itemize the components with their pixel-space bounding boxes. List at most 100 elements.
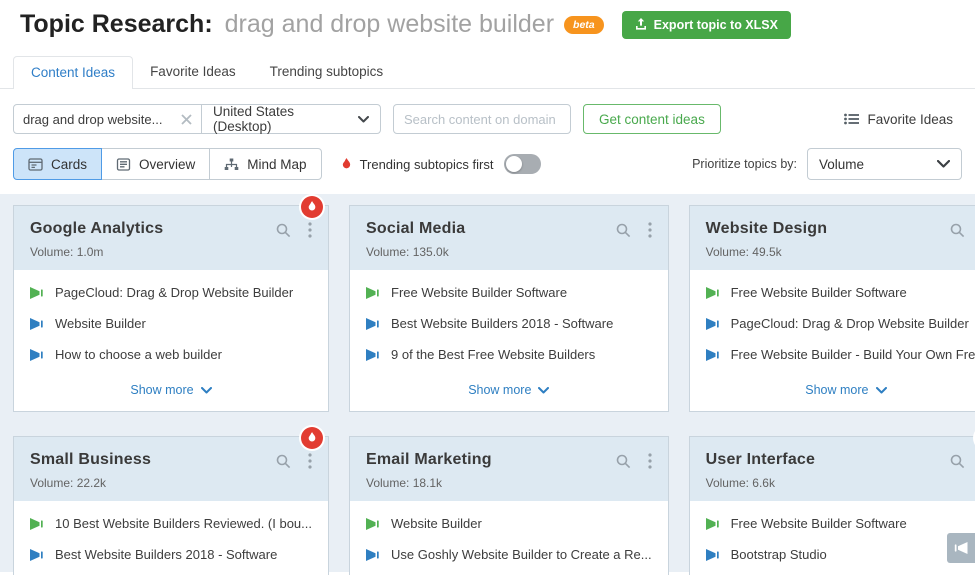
topic-card: Website Design Volume: 49.5k Free Websit… — [689, 205, 975, 412]
idea-item[interactable]: Bootstrap Studio — [706, 547, 975, 562]
tab-trending-subtopics[interactable]: Trending subtopics — [253, 56, 401, 88]
idea-item[interactable]: Free Website Builder - Build Your Own Fr… — [706, 347, 975, 362]
cards-area: Google Analytics Volume: 1.0m PageCloud:… — [0, 194, 975, 572]
favorite-ideas-link[interactable]: Favorite Ideas — [844, 112, 962, 127]
prioritize-control: Prioritize topics by: Volume — [692, 148, 962, 180]
cards-grid: Google Analytics Volume: 1.0m PageCloud:… — [13, 205, 962, 575]
show-more-link[interactable]: Show more — [30, 378, 312, 399]
view-mindmap-label: Mind Map — [247, 157, 306, 172]
idea-item[interactable]: Free Website Builder Software — [706, 285, 975, 300]
idea-item[interactable]: 9 of the Best Free Website Builders — [366, 347, 652, 362]
card-items: Free Website Builder Software PageCloud:… — [690, 270, 975, 411]
card-title: Google Analytics — [30, 220, 163, 238]
card-header: Email Marketing Volume: 18.1k — [350, 437, 668, 501]
idea-text: PageCloud: Drag & Drop Website Builder — [731, 316, 969, 331]
page-topic: drag and drop website builder — [225, 10, 554, 39]
feedback-button[interactable] — [947, 533, 975, 563]
kebab-menu-icon[interactable] — [308, 222, 312, 238]
keyword-input[interactable] — [23, 112, 173, 127]
idea-item[interactable]: PageCloud: Drag & Drop Website Builder — [706, 316, 975, 331]
trending-badge — [301, 196, 323, 218]
prioritize-label: Prioritize topics by: — [692, 157, 797, 171]
prioritize-select[interactable]: Volume — [807, 148, 962, 180]
favorite-ideas-label: Favorite Ideas — [867, 112, 953, 127]
idea-item[interactable]: Website Builder — [366, 516, 652, 531]
idea-item[interactable]: Free Website Builder Software — [366, 285, 652, 300]
search-icon[interactable] — [276, 454, 291, 469]
topic-card: Social Media Volume: 135.0k Free Website… — [349, 205, 669, 412]
megaphone-icon — [366, 287, 380, 299]
search-icon[interactable] — [616, 454, 631, 469]
country-select[interactable]: United States (Desktop) — [202, 105, 380, 133]
idea-text: Use Goshly Website Builder to Create a R… — [391, 547, 652, 562]
keyword-country-combo: United States (Desktop) — [13, 104, 381, 134]
topic-card: Email Marketing Volume: 18.1k Website Bu… — [349, 436, 669, 575]
idea-item[interactable]: How to choose a web builder — [30, 347, 312, 362]
chevron-down-icon — [358, 116, 369, 123]
view-cards-button[interactable]: Cards — [13, 148, 102, 180]
card-volume: Volume: 18.1k — [366, 476, 652, 490]
show-more-link[interactable]: Show more — [706, 378, 975, 399]
search-icon[interactable] — [950, 454, 965, 469]
idea-text: Best Website Builders 2018 - Software — [391, 316, 613, 331]
megaphone-icon — [706, 318, 720, 330]
card-header: Small Business Volume: 22.2k — [14, 437, 328, 501]
trending-subtopics-first: Trending subtopics first — [341, 154, 542, 174]
kebab-menu-icon[interactable] — [648, 222, 652, 238]
prioritize-select-value: Volume — [819, 157, 864, 172]
view-bar: Cards Overview Mind Map Trending subtopi… — [0, 134, 975, 180]
idea-text: Website Builder — [55, 316, 146, 331]
cards-view-icon — [28, 158, 43, 171]
card-volume: Volume: 135.0k — [366, 245, 652, 259]
card-title: Social Media — [366, 220, 465, 238]
kebab-menu-icon[interactable] — [308, 453, 312, 469]
clear-keyword-icon[interactable] — [181, 114, 192, 125]
card-header: Google Analytics Volume: 1.0m — [14, 206, 328, 270]
tab-content-ideas[interactable]: Content Ideas — [13, 56, 133, 89]
idea-item[interactable]: 10 Best Website Builders Reviewed. (I bo… — [30, 516, 312, 531]
view-mindmap-button[interactable]: Mind Map — [209, 148, 321, 180]
idea-text: Free Website Builder Software — [731, 285, 907, 300]
page-header: Topic Research: drag and drop website bu… — [0, 0, 975, 39]
topic-card: Google Analytics Volume: 1.0m PageCloud:… — [13, 205, 329, 412]
idea-item[interactable]: Best Website Builders 2018 - Software — [366, 316, 652, 331]
trending-toggle[interactable] — [504, 154, 541, 174]
view-overview-button[interactable]: Overview — [101, 148, 210, 180]
card-items: Website Builder Use Goshly Website Build… — [350, 501, 668, 575]
tab-favorite-ideas[interactable]: Favorite Ideas — [133, 56, 253, 88]
show-more-label: Show more — [468, 383, 531, 397]
get-content-ideas-button[interactable]: Get content ideas — [583, 104, 721, 134]
keyword-field-wrap — [14, 105, 201, 133]
show-more-link[interactable]: Show more — [366, 378, 652, 399]
idea-text: PageCloud: Drag & Drop Website Builder — [55, 285, 293, 300]
idea-item[interactable]: PageCloud: Drag & Drop Website Builder — [30, 285, 312, 300]
search-icon[interactable] — [950, 223, 965, 238]
idea-text: 9 of the Best Free Website Builders — [391, 347, 595, 362]
domain-search-input[interactable] — [393, 104, 571, 134]
beta-badge: beta — [564, 16, 604, 34]
card-items: Free Website Builder Software Best Websi… — [350, 270, 668, 411]
megaphone-icon — [366, 349, 380, 361]
megaphone-icon — [366, 549, 380, 561]
idea-item[interactable]: Website Builder — [30, 316, 312, 331]
card-items: 10 Best Website Builders Reviewed. (I bo… — [14, 501, 328, 575]
export-topic-button[interactable]: Export topic to XLSX — [622, 11, 791, 39]
view-overview-label: Overview — [139, 157, 195, 172]
idea-item[interactable]: Best Website Builders 2018 - Software — [30, 547, 312, 562]
filter-bar: United States (Desktop) Get content idea… — [0, 89, 975, 134]
card-volume: Volume: 6.6k — [706, 476, 975, 490]
search-icon[interactable] — [276, 223, 291, 238]
card-title: Email Marketing — [366, 451, 492, 469]
megaphone-icon — [30, 549, 44, 561]
idea-text: Free Website Builder Software — [731, 516, 907, 531]
show-more-label: Show more — [130, 383, 193, 397]
kebab-menu-icon[interactable] — [648, 453, 652, 469]
idea-item[interactable]: Use Goshly Website Builder to Create a R… — [366, 547, 652, 562]
view-switcher: Cards Overview Mind Map — [13, 148, 322, 180]
idea-item[interactable]: Free Website Builder Software — [706, 516, 975, 531]
search-icon[interactable] — [616, 223, 631, 238]
toggle-knob — [506, 156, 522, 172]
idea-text: Free Website Builder - Build Your Own Fr… — [731, 347, 975, 362]
mindmap-view-icon — [224, 158, 239, 171]
chevron-down-icon — [201, 387, 212, 394]
